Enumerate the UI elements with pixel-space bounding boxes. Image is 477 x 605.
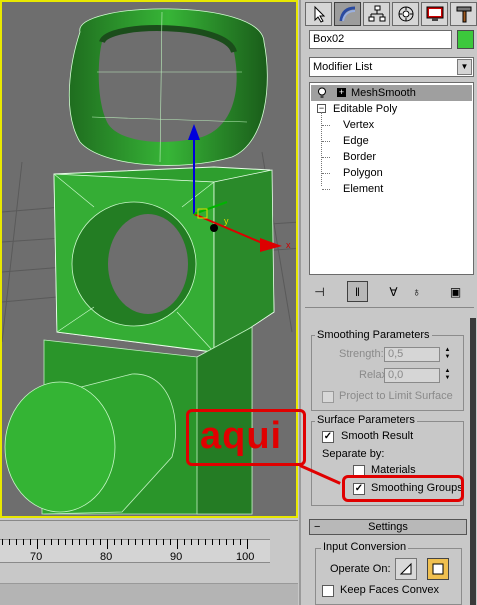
stack-toolbar: ⊣ ‖ ∀ ♁ ▣ — [309, 281, 474, 303]
motion-tab[interactable] — [392, 2, 419, 26]
smooth-result-checkbox[interactable]: ✓ — [322, 431, 334, 443]
configure-modifier-sets-button[interactable]: ▣ — [445, 281, 466, 302]
axis-y-label: y — [224, 216, 229, 226]
modifier-list-dropdown[interactable]: Modifier List ▼ — [309, 57, 474, 77]
relax-spinner[interactable]: 0,0 — [384, 368, 440, 383]
object-color-swatch[interactable] — [457, 30, 474, 49]
lightbulb-icon[interactable] — [317, 87, 327, 99]
status-bar — [0, 583, 298, 605]
limit-surface-label: Project to Limit Surface — [339, 390, 453, 402]
app-root: x y 70 80 90 100 Box02 Modifier List ▼ +… — [0, 0, 477, 605]
axis-x-label: x — [286, 240, 291, 250]
ruler-label: 70 — [30, 551, 43, 563]
spinner-arrows-icon[interactable]: ▲ ▼ — [443, 347, 452, 362]
annotation-highlight-box — [342, 475, 464, 502]
group-title: Surface Parameters — [315, 414, 417, 426]
box-with-hole-object — [53, 166, 275, 353]
subobject-border[interactable]: Border — [343, 149, 376, 165]
torus-box-object — [68, 8, 268, 166]
stack-item-label: MeshSmooth — [351, 87, 416, 99]
modify-curve-icon — [339, 6, 355, 22]
subobject-element[interactable]: Element — [343, 181, 383, 197]
collapse-minus-icon: − — [314, 521, 321, 533]
remove-modifier-button[interactable]: ♁ — [406, 281, 427, 302]
configure-icon: ▣ — [449, 284, 462, 299]
modify-tab[interactable] — [334, 2, 361, 26]
utilities-tab[interactable] — [450, 2, 477, 26]
settings-rollout-label: Settings — [368, 521, 408, 533]
command-panel-tabs — [305, 2, 477, 26]
subobject-polygon[interactable]: Polygon — [343, 165, 383, 181]
make-unique-icon: ∀ — [389, 284, 398, 299]
chevron-down-icon[interactable]: ▼ — [457, 59, 472, 75]
stack-item-meshsmooth[interactable]: + MeshSmooth — [311, 85, 472, 101]
panel-scrollbar[interactable] — [470, 318, 476, 605]
modifier-stack[interactable]: + MeshSmooth − Editable Poly Vertex Edge… — [309, 82, 474, 275]
ruler-label: 80 — [100, 551, 113, 563]
utilities-hammer-icon — [456, 6, 471, 23]
group-title: Input Conversion — [321, 541, 409, 553]
expand-plus-icon[interactable]: + — [337, 88, 346, 97]
subobject-edge[interactable]: Edge — [343, 133, 369, 149]
subobject-vertex[interactable]: Vertex — [343, 117, 374, 133]
polygon-face-icon — [432, 563, 444, 575]
modifier-list-label: Modifier List — [313, 61, 373, 73]
operate-on-faces-button[interactable] — [395, 558, 417, 580]
spinner-arrows-icon[interactable]: ▲ ▼ — [443, 368, 452, 383]
hierarchy-icon — [368, 5, 385, 22]
stack-item-editable-poly[interactable]: − Editable Poly — [311, 101, 472, 117]
keep-faces-convex-label: Keep Faces Convex — [340, 584, 440, 596]
limit-surface-checkbox[interactable] — [322, 391, 334, 403]
command-panel: Box02 Modifier List ▼ + MeshSmooth − Edi… — [299, 0, 477, 605]
group-title: Smoothing Parameters — [315, 329, 432, 341]
stack-item-label: Editable Poly — [333, 103, 398, 115]
end-result-icon: ‖ — [355, 284, 360, 299]
create-tab[interactable] — [305, 2, 332, 26]
ruler-label: 100 — [236, 551, 255, 563]
ruler-label: 90 — [170, 551, 183, 563]
operate-on-polygons-button[interactable] — [427, 558, 449, 580]
motion-icon — [398, 6, 413, 22]
strength-label: Strength: — [339, 348, 384, 360]
annotation-text: aqui — [200, 415, 283, 457]
triangle-face-icon — [399, 562, 412, 575]
timeline-ruler[interactable]: 70 80 90 100 — [0, 520, 298, 605]
settings-rollout-header[interactable]: − Settings — [309, 519, 467, 535]
separate-by-label: Separate by: — [322, 448, 385, 460]
trash-icon: ♁ — [412, 284, 421, 299]
operate-on-label: Operate On: — [330, 563, 391, 575]
display-tab[interactable] — [421, 2, 448, 26]
pin-stack-button[interactable]: ⊣ — [309, 281, 330, 302]
pin-icon: ⊣ — [314, 284, 325, 299]
smooth-result-label: Smooth Result — [341, 430, 414, 442]
show-end-result-button[interactable]: ‖ — [347, 281, 368, 302]
strength-spinner[interactable]: 0,5 — [384, 347, 440, 362]
arrow-cursor-icon — [314, 5, 325, 23]
hierarchy-tab[interactable] — [363, 2, 390, 26]
make-unique-button[interactable]: ∀ — [383, 281, 404, 302]
object-name-input[interactable]: Box02 — [309, 30, 452, 49]
keep-faces-convex-checkbox[interactable] — [322, 585, 334, 597]
display-icon — [426, 6, 443, 21]
divider — [305, 307, 474, 308]
